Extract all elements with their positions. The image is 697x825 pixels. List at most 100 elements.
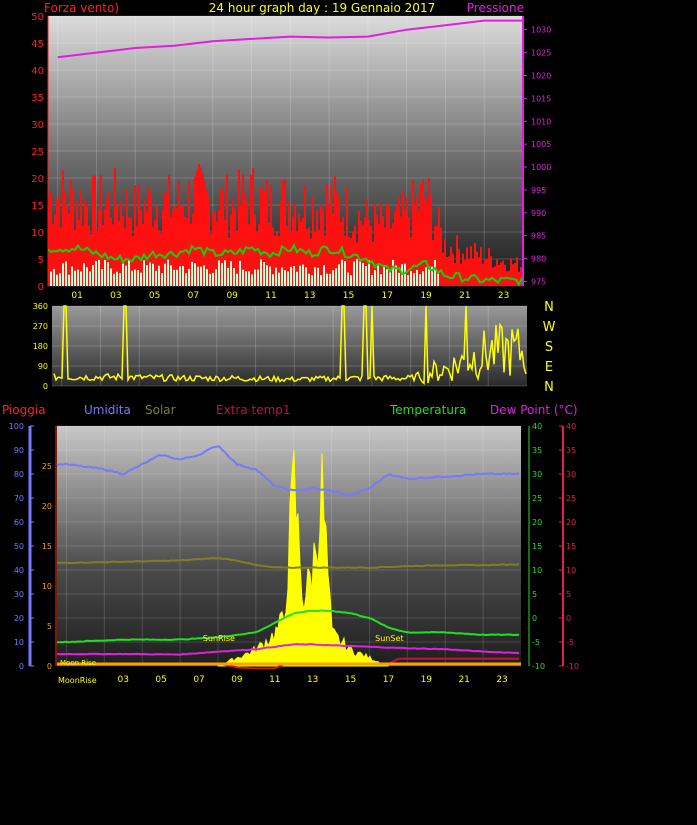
wind-left-tick-label: 5 bbox=[38, 255, 44, 266]
temp-tick-label: 40 bbox=[532, 422, 542, 431]
humidity-tick-label: 90 bbox=[14, 446, 24, 455]
pressure-axis-title: Pressione bbox=[467, 1, 524, 15]
wind-x-tick-label: 11 bbox=[265, 291, 276, 301]
rain-tick-label: 25 bbox=[42, 462, 52, 471]
sunset-label: SunSet bbox=[375, 634, 403, 643]
wind-left-tick-label: 10 bbox=[31, 228, 44, 239]
graph-title: 24 hour graph day : 19 Gennaio 2017 bbox=[209, 1, 435, 15]
wind-left-tick-label: 25 bbox=[31, 147, 44, 158]
humidity-tick-label: 100 bbox=[9, 422, 24, 431]
pressure-tick-label: 995 bbox=[531, 186, 546, 195]
compass-label: N bbox=[544, 300, 554, 315]
wind-x-tick-label: 07 bbox=[188, 291, 199, 301]
direction-tick-label: 270 bbox=[33, 322, 48, 331]
weather-graph-root: 0 5 10 15 20 25 30 35 40 45 50 975 980 985 990 995 1000 1… bbox=[0, 0, 697, 825]
pressure-tick-label: 980 bbox=[531, 255, 546, 264]
temp-tick-label: -10 bbox=[532, 662, 545, 671]
temp-x-tick-label: 17 bbox=[383, 675, 394, 685]
wind-left-tick-label: 30 bbox=[31, 120, 44, 131]
wind-x-tick-label: 01 bbox=[71, 291, 82, 301]
temp-tick-label: 15 bbox=[532, 542, 542, 551]
pressure-tick-label: 990 bbox=[531, 209, 546, 218]
dew-tick-label: 15 bbox=[566, 542, 576, 551]
temp-x-tick-label: 23 bbox=[496, 675, 507, 685]
humidity-tick-label: 0 bbox=[19, 662, 24, 671]
humidity-tick-label: 10 bbox=[14, 638, 24, 647]
humidity-tick-label: 50 bbox=[14, 542, 24, 551]
legend-item: Umidita bbox=[84, 403, 131, 417]
wind-left-tick-label: 40 bbox=[31, 66, 44, 77]
compass-label: W bbox=[543, 320, 556, 335]
dew-tick-label: 30 bbox=[566, 470, 576, 479]
wind-left-tick-label: 45 bbox=[31, 39, 44, 50]
pressure-tick-label: 1020 bbox=[531, 71, 551, 80]
dew-tick-label: 10 bbox=[566, 566, 576, 575]
wind-x-tick-label: 03 bbox=[110, 291, 121, 301]
legend-item: Extra temp1 bbox=[216, 403, 291, 417]
rain-tick-label: 5 bbox=[47, 622, 52, 631]
temp-tick-label: 25 bbox=[532, 494, 542, 503]
temp-x-tick-label: 21 bbox=[458, 675, 469, 685]
humidity-tick-label: 20 bbox=[14, 614, 24, 623]
humidity-tick-label: 70 bbox=[14, 494, 24, 503]
legend-item: Temperatura bbox=[389, 403, 466, 417]
temp-x-tick-label: 19 bbox=[421, 675, 433, 685]
moonrise-label-2: MoonRise bbox=[58, 676, 97, 685]
pressure-tick-label: 985 bbox=[531, 232, 546, 241]
compass-label: E bbox=[545, 360, 553, 375]
pressure-tick-label: 1025 bbox=[531, 49, 551, 58]
wind-x-tick-label: 13 bbox=[304, 291, 315, 301]
temp-tick-label: 30 bbox=[532, 470, 542, 479]
wind-x-tick-label: 23 bbox=[498, 291, 509, 301]
temp-tick-label: -5 bbox=[532, 638, 540, 647]
pressure-tick-label: 1015 bbox=[531, 94, 551, 103]
humidity-tick-label: 40 bbox=[14, 566, 24, 575]
wind-left-tick-label: 20 bbox=[31, 174, 44, 185]
temp-tick-label: 5 bbox=[532, 590, 537, 599]
dew-tick-label: 40 bbox=[566, 422, 576, 431]
direction-tick-label: 360 bbox=[33, 302, 48, 311]
moonrise-label: Moon Rise bbox=[60, 659, 96, 667]
wind-x-tick-label: 05 bbox=[149, 291, 160, 301]
humidity-tick-label: 60 bbox=[14, 518, 24, 527]
pressure-tick-label: 1005 bbox=[531, 140, 551, 149]
pressure-tick-label: 1010 bbox=[531, 117, 551, 126]
direction-tick-label: 90 bbox=[38, 362, 48, 371]
humidity-tick-label: 30 bbox=[14, 590, 24, 599]
dew-tick-label: 20 bbox=[566, 518, 576, 527]
temp-tick-label: 10 bbox=[532, 566, 542, 575]
wind-left-tick-label: 50 bbox=[31, 12, 44, 23]
pressure-tick-label: 1030 bbox=[531, 26, 551, 35]
rain-tick-label: 0 bbox=[47, 662, 52, 671]
dew-tick-label: 35 bbox=[566, 446, 576, 455]
temp-x-tick-label: 15 bbox=[345, 675, 356, 685]
wind-x-tick-label: 17 bbox=[382, 291, 393, 301]
temp-tick-label: 35 bbox=[532, 446, 542, 455]
wind-axis-title: Forza vento) bbox=[44, 1, 119, 15]
legend-item: Dew Point (°C) bbox=[490, 403, 578, 417]
legend-item: Pioggia bbox=[2, 403, 46, 417]
weather-graph-svg: 0510152025303540455097598098599099510001… bbox=[2, 1, 579, 685]
compass-label: N bbox=[544, 380, 554, 395]
temp-tick-label: 0 bbox=[532, 614, 537, 623]
direction-tick-label: 180 bbox=[33, 342, 48, 351]
rain-tick-label: 15 bbox=[42, 542, 52, 551]
humidity-tick-label: 80 bbox=[14, 470, 24, 479]
compass-label: S bbox=[545, 340, 553, 355]
pressure-tick-label: 975 bbox=[531, 277, 546, 286]
dew-tick-label: -10 bbox=[566, 662, 579, 671]
temp-x-tick-label: 13 bbox=[307, 675, 318, 685]
temp-x-tick-label: 03 bbox=[118, 675, 129, 685]
wind-left-tick-label: 35 bbox=[31, 93, 44, 104]
dew-tick-label: 25 bbox=[566, 494, 576, 503]
wind-left-tick-label: 15 bbox=[31, 201, 44, 212]
wind-x-tick-label: 19 bbox=[420, 291, 432, 301]
legend-item: Solar bbox=[145, 403, 176, 417]
dew-tick-label: 0 bbox=[566, 614, 571, 623]
temp-tick-label: 20 bbox=[532, 518, 542, 527]
temp-x-tick-label: 07 bbox=[193, 675, 204, 685]
pressure-tick-label: 1000 bbox=[531, 163, 551, 172]
rain-tick-label: 20 bbox=[42, 502, 52, 511]
temp-x-tick-label: 11 bbox=[269, 675, 280, 685]
wind-x-tick-label: 09 bbox=[226, 291, 238, 301]
